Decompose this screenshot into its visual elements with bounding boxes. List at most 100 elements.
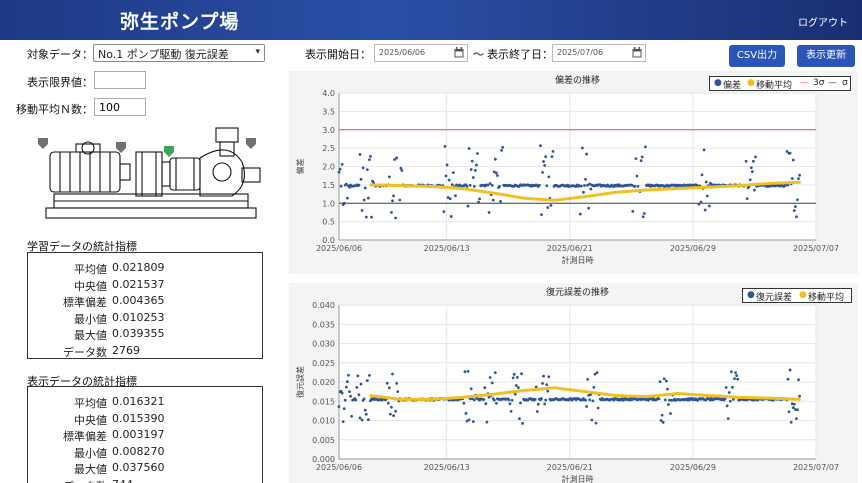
scatter-point [639, 159, 643, 163]
y-tick-label: 0.035 [312, 320, 335, 329]
scatter-point [340, 391, 344, 395]
scatter-point [588, 398, 592, 402]
x-tick-label: 2025/06/21 [547, 244, 593, 253]
scatter-point [359, 382, 363, 386]
scatter-point [797, 177, 800, 181]
scatter-point [364, 412, 368, 416]
scatter-point [547, 375, 551, 379]
sensor-marker-icon [38, 138, 256, 157]
scatter-point [467, 147, 471, 150]
scatter-point [594, 421, 598, 425]
scatter-point [518, 417, 521, 421]
y-tick-label: 0.040 [312, 301, 335, 310]
logout-link[interactable]: ログアウト [798, 14, 848, 29]
scatter-point [366, 418, 370, 422]
stat-value: 0.016321 [112, 395, 165, 408]
scatter-point [545, 383, 549, 386]
scatter-point [748, 178, 752, 182]
legend-sigma: σ [842, 78, 848, 88]
stat-value: 2769 [112, 344, 140, 357]
chart-title: 偏差の推移 [555, 74, 600, 86]
stat-row: データ数 2769 [28, 344, 264, 361]
scatter-point [501, 145, 505, 149]
scatter-point [595, 371, 599, 375]
y-tick-label: 0.030 [312, 340, 335, 349]
stat-row: 最小値 0.008270 [28, 445, 264, 462]
scatter-point [515, 376, 519, 379]
x-axis-label: 計測日時 [562, 255, 594, 265]
start-date-input[interactable]: 2025/06/06 [374, 44, 468, 62]
scatter-point [705, 194, 709, 198]
scatter-point [724, 386, 728, 389]
scatter-point [482, 398, 486, 401]
scatter-point [464, 412, 468, 415]
moving-avg-input[interactable] [94, 98, 146, 116]
scatter-point [341, 420, 345, 424]
scatter-point [734, 371, 737, 375]
scatter-point [513, 392, 517, 396]
scatter-point [507, 398, 511, 402]
scatter-point [342, 201, 346, 205]
scatter-point [490, 381, 494, 385]
stat-value: 0.003197 [112, 428, 165, 442]
scatter-point [580, 146, 584, 150]
scatter-point [359, 177, 363, 181]
x-tick-label: 2025/06/06 [316, 244, 362, 253]
scatter-point [387, 175, 391, 179]
scatter-point [658, 380, 662, 384]
scatter-point [368, 373, 371, 377]
scatter-point [477, 200, 480, 204]
stat-row: 中央値 0.015390 [28, 412, 264, 429]
scatter-point [514, 384, 518, 387]
display-stats-box: 平均値 0.016321 中央値 0.015390 標準偏差 0.003197 最小値 0.0… [27, 386, 263, 483]
moving-avg-label: 移動平均Ｎ数： [16, 103, 93, 116]
scatter-point [491, 198, 495, 202]
stat-value: 0.039355 [112, 327, 165, 341]
y-tick-label: 3.0 [322, 126, 335, 135]
scatter-point [786, 377, 790, 381]
end-date-label: 表示終了日： [487, 48, 553, 61]
scatter-point [699, 200, 703, 204]
limit-input[interactable] [94, 71, 146, 89]
scatter-point [702, 148, 706, 152]
stat-value: 0.021809 [112, 261, 165, 274]
x-tick-label: 2025/06/13 [424, 244, 470, 253]
scatter-point [796, 198, 799, 202]
stat-row: 最小値 0.010253 [28, 311, 264, 328]
scatter-point [546, 389, 550, 393]
calendar-icon[interactable] [454, 47, 464, 58]
scatter-point [394, 409, 398, 413]
scatter-point [396, 390, 400, 394]
scatter-point [663, 398, 667, 402]
scatter-point [365, 168, 369, 172]
stat-row: データ数 744 [28, 478, 264, 483]
scatter-point [667, 403, 670, 406]
scatter-point [488, 182, 492, 185]
legend-deviation: 偏差 [723, 81, 742, 91]
refresh-button[interactable]: 表示更新 [797, 45, 855, 67]
scatter-point [579, 184, 583, 188]
scatter-point [362, 198, 366, 202]
scatter-point [635, 174, 639, 178]
scatter-point [395, 156, 399, 160]
scatter-point [549, 203, 553, 207]
calendar-icon[interactable] [632, 47, 642, 58]
stat-key: 中央値 [74, 413, 107, 427]
scatter-point [369, 154, 372, 158]
target-data-value: No.1 ポンプ駆動 復元誤差 [98, 48, 229, 61]
scatter-point [707, 204, 711, 208]
scatter-point [492, 398, 496, 402]
x-tick-label: 2025/06/21 [547, 463, 593, 472]
scatter-point [540, 213, 543, 217]
scatter-point [792, 209, 796, 212]
scatter-point [537, 183, 541, 187]
scatter-point [355, 385, 359, 389]
scatter-point [366, 196, 370, 200]
csv-export-button[interactable]: CSV出力 [729, 45, 785, 67]
scatter-point [463, 370, 467, 373]
target-data-select[interactable]: No.1 ポンプ駆動 復元誤差 ▾ [93, 44, 265, 62]
scatter-point [360, 418, 364, 422]
scatter-point [736, 377, 740, 381]
end-date-input[interactable]: 2025/07/06 [552, 44, 646, 62]
scatter-point [697, 202, 701, 206]
